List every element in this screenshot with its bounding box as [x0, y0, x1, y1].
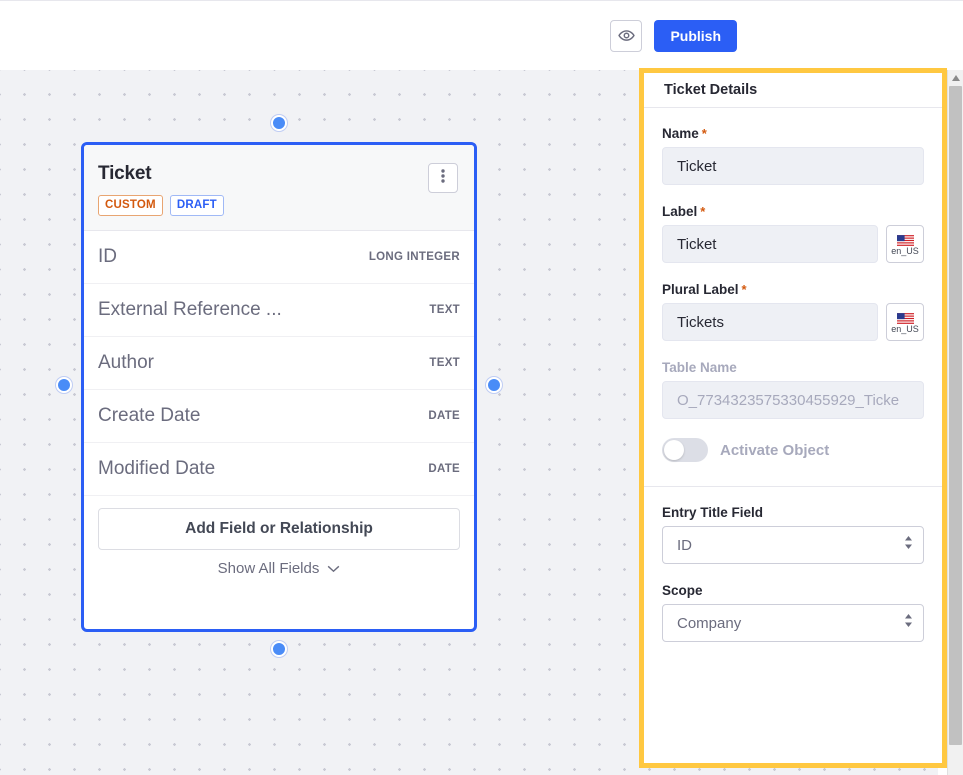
field-name: ID: [98, 246, 117, 267]
table-name-input: O_7734323575330455929_Ticke: [662, 381, 924, 419]
required-asterisk: *: [741, 282, 747, 297]
panel-body: Name * Ticket Label * Ticket en_US Plura…: [644, 108, 942, 642]
entity-card-ticket[interactable]: Ticket CUSTOM DRAFT ID LONG INTEGER Exte…: [81, 142, 477, 632]
entry-title-field-select[interactable]: ID: [662, 526, 924, 564]
entity-card-footer: Add Field or Relationship Show All Field…: [84, 496, 474, 587]
label-input-row: Ticket en_US: [662, 225, 924, 263]
entry-title-field-label: Entry Title Field: [662, 505, 764, 520]
field-type: TEXT: [429, 304, 460, 316]
activate-object-row: Activate Object: [662, 438, 924, 462]
label-label-text: Label: [662, 204, 698, 219]
plural-label-label: Plural Label *: [662, 282, 924, 297]
eye-icon: [618, 27, 635, 44]
scroll-up-arrow-icon[interactable]: [948, 70, 963, 86]
activate-object-toggle[interactable]: [662, 438, 708, 462]
field-row[interactable]: Modified Date DATE: [84, 443, 474, 496]
field-name: External Reference ...: [98, 299, 282, 320]
plural-label-input-row: Tickets en_US: [662, 303, 924, 341]
show-all-fields-label: Show All Fields: [217, 560, 320, 577]
activate-object-label: Activate Object: [720, 441, 830, 459]
field-row[interactable]: Create Date DATE: [84, 390, 474, 443]
top-header-bar: Publish: [0, 0, 963, 70]
scope-field-group: Scope Company: [662, 583, 924, 642]
label-input[interactable]: Ticket: [662, 225, 878, 263]
us-flag-icon: [896, 234, 914, 246]
name-label-text: Name: [662, 126, 699, 141]
header-actions: Publish: [610, 19, 737, 52]
us-flag-icon: [896, 312, 914, 324]
scrollbar-thumb[interactable]: [949, 86, 962, 745]
field-type: DATE: [428, 463, 460, 475]
resize-handle-top[interactable]: [271, 115, 287, 131]
name-input[interactable]: Ticket: [662, 147, 924, 185]
plural-label-field-group: Plural Label * Tickets en_US: [662, 282, 924, 341]
entity-card-title: Ticket: [98, 163, 152, 184]
label-field-group: Label * Ticket en_US: [662, 204, 924, 263]
field-name: Modified Date: [98, 458, 216, 479]
plural-label-locale-button[interactable]: en_US: [886, 303, 924, 341]
vertical-scrollbar[interactable]: [947, 70, 963, 775]
name-field-group: Name * Ticket: [662, 126, 924, 185]
resize-handle-left[interactable]: [56, 377, 72, 393]
field-row[interactable]: ID LONG INTEGER: [84, 231, 474, 284]
entity-card-menu-button[interactable]: [428, 163, 458, 193]
badge-custom: CUSTOM: [98, 195, 163, 216]
scope-select-wrap: Company: [662, 604, 924, 642]
app-root: Publish Ticket CUSTOM DRAFT ID LONG INTE…: [0, 0, 963, 775]
badge-draft: DRAFT: [169, 195, 224, 216]
label-locale-code: en_US: [891, 245, 919, 256]
field-type: LONG INTEGER: [368, 251, 460, 263]
entry-title-field-select-wrap: ID: [662, 526, 924, 564]
entity-card-header: Ticket CUSTOM DRAFT: [84, 145, 474, 231]
preview-button[interactable]: [610, 19, 643, 52]
panel-inner: Ticket Details Name * Ticket Label * Tic…: [644, 73, 942, 763]
required-asterisk: *: [701, 126, 707, 141]
ticket-details-panel: Ticket Details Name * Ticket Label * Tic…: [639, 68, 947, 768]
label-label: Label *: [662, 204, 924, 219]
field-type: TEXT: [429, 357, 460, 369]
plural-label-input[interactable]: Tickets: [662, 303, 878, 341]
resize-handle-bottom[interactable]: [271, 641, 287, 657]
scope-select[interactable]: Company: [662, 604, 924, 642]
chevron-down-icon: [327, 560, 340, 577]
label-locale-button[interactable]: en_US: [886, 225, 924, 263]
field-name: Create Date: [98, 405, 201, 426]
field-row[interactable]: Author TEXT: [84, 337, 474, 390]
panel-title: Ticket Details: [644, 73, 942, 108]
publish-button[interactable]: Publish: [654, 19, 737, 52]
kebab-menu-icon: [441, 168, 445, 189]
field-row[interactable]: External Reference ... TEXT: [84, 284, 474, 337]
table-name-label: Table Name: [662, 360, 737, 375]
entity-badges: CUSTOM DRAFT: [98, 195, 458, 216]
show-all-fields-button[interactable]: Show All Fields: [98, 560, 460, 577]
field-type: DATE: [428, 410, 460, 422]
entry-title-field-group: Entry Title Field ID: [662, 505, 924, 564]
name-label: Name *: [662, 126, 924, 141]
plural-label-label-text: Plural Label: [662, 282, 739, 297]
panel-divider: [644, 486, 942, 487]
toggle-knob: [664, 440, 684, 460]
field-name: Author: [98, 352, 154, 373]
plural-label-locale-code: en_US: [891, 323, 919, 334]
scope-label: Scope: [662, 583, 703, 598]
required-asterisk: *: [700, 204, 706, 219]
table-name-field-group: Table Name O_7734323575330455929_Ticke: [662, 360, 924, 419]
resize-handle-right[interactable]: [486, 377, 502, 393]
add-field-or-relationship-button[interactable]: Add Field or Relationship: [98, 508, 460, 550]
